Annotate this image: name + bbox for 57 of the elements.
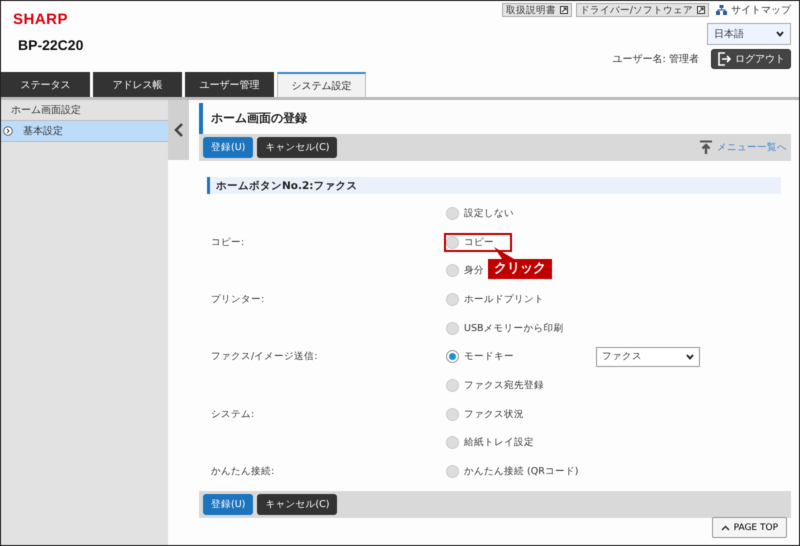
radio-button[interactable] <box>446 436 459 450</box>
caret-icon <box>776 31 784 37</box>
callout-pointer <box>492 246 514 259</box>
sitemap-icon <box>716 5 727 15</box>
page-top-button[interactable]: PAGE TOP <box>712 517 787 538</box>
back-arrow-icon <box>699 140 713 155</box>
radio-option[interactable]: 設定しない <box>444 204 519 223</box>
register-button[interactable]: 登録(U) <box>203 137 254 158</box>
sidebar-item[interactable]: 基本設定 <box>1 121 168 142</box>
radio-option[interactable]: ファクス状況 <box>444 404 529 424</box>
user-name: ユーザー名: 管理者 <box>612 52 699 66</box>
field-label: システム: <box>211 408 254 420</box>
language-select[interactable]: 日本語 <box>707 23 791 45</box>
radio-option[interactable]: ファクス宛先登録 <box>444 376 549 395</box>
radio-button[interactable] <box>446 206 459 220</box>
radio-option[interactable]: モードキー <box>444 347 519 366</box>
nav-tab[interactable]: システム設定 <box>277 72 366 97</box>
nav-tab[interactable]: ユーザー管理 <box>185 72 274 97</box>
radio-button[interactable] <box>446 408 459 421</box>
chevron-icon <box>3 126 13 136</box>
field-label: プリンター: <box>211 294 264 305</box>
logout-button[interactable]: ログアウト <box>711 49 791 69</box>
field-label: ファクス/イメージ送信: <box>211 351 318 362</box>
field-label: コピー: <box>211 236 244 248</box>
collapse-button[interactable] <box>168 100 189 160</box>
external-icon <box>697 6 705 14</box>
section-title: ホームボタンNo.2:ファクス <box>207 177 781 194</box>
model-name: BP-22C20 <box>18 37 84 53</box>
caret-icon <box>686 354 694 360</box>
radio-button[interactable] <box>446 350 459 364</box>
register-button[interactable]: 登録(U) <box>203 494 254 515</box>
nav-tab[interactable]: ステータス <box>1 72 90 97</box>
mode-select[interactable]: ファクス <box>596 346 700 367</box>
radio-option[interactable]: かんたん接続 (QRコード) <box>444 462 584 482</box>
radio-button[interactable] <box>446 465 459 478</box>
cancel-button[interactable]: キャンセル(C) <box>257 494 338 515</box>
radio-button[interactable] <box>446 236 459 249</box>
radio-option[interactable]: 給紙トレイ設定 <box>444 433 539 452</box>
up-caret-icon <box>720 524 730 530</box>
radio-option[interactable]: 身分 <box>444 261 489 280</box>
field-label: かんたん接続: <box>211 466 274 478</box>
logout-icon <box>717 52 731 66</box>
radio-button[interactable] <box>446 292 459 306</box>
sitemap-link[interactable]: サイトマップ <box>731 3 791 17</box>
radio-option[interactable]: USBメモリーから印刷 <box>444 318 569 338</box>
brand-logo: SHARP <box>13 11 70 28</box>
manual-link[interactable]: 取扱説明書 <box>502 3 572 17</box>
radio-button[interactable] <box>446 322 459 335</box>
highlighted-option[interactable]: コピー <box>444 232 512 252</box>
radio-button[interactable] <box>446 378 459 392</box>
external-icon <box>560 6 568 14</box>
radio-button[interactable] <box>446 264 459 278</box>
manual-link[interactable]: ドライバー/ソフトウェア <box>576 3 709 17</box>
nav-tab[interactable]: アドレス帳 <box>93 72 182 97</box>
chevron-left-icon <box>174 122 184 138</box>
radio-option[interactable]: ホールドプリント <box>444 290 549 309</box>
cancel-button[interactable]: キャンセル(C) <box>257 137 338 158</box>
